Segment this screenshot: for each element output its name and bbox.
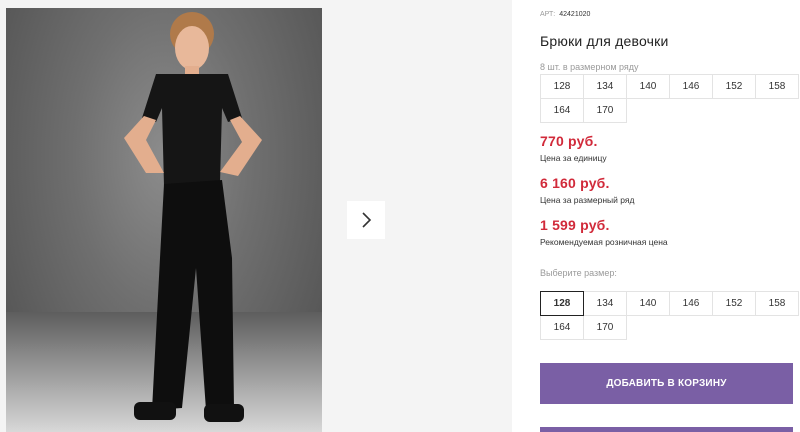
unit-price-block: 770 руб. Цена за единицу <box>540 133 607 163</box>
unit-price: 770 руб. <box>540 133 598 149</box>
size-option[interactable]: 158 <box>755 291 799 316</box>
add-to-cart-button[interactable]: ДОБАВИТЬ В КОРЗИНУ <box>540 363 793 404</box>
size-option[interactable]: 140 <box>626 291 670 316</box>
product-title: Брюки для девочки <box>540 33 669 49</box>
row-price-block: 6 160 руб. Цена за размерный ряд <box>540 175 634 205</box>
size-option[interactable]: 146 <box>669 291 713 316</box>
retail-price-caption: Рекомендуемая розничная цена <box>540 237 668 247</box>
row-price: 6 160 руб. <box>540 175 610 191</box>
size-row-note: 8 шт. в размерном ряду <box>540 62 639 72</box>
article-line: АРТ: 42421020 <box>540 11 590 18</box>
row-size-cell: 128 <box>540 74 584 99</box>
size-option-selected[interactable]: 128 <box>540 291 584 316</box>
size-option[interactable]: 164 <box>540 315 584 340</box>
unit-price-caption: Цена за единицу <box>540 153 607 163</box>
row-size-cell: 170 <box>583 98 627 123</box>
product-photo <box>6 8 322 432</box>
retail-price-block: 1 599 руб. Рекомендуемая розничная цена <box>540 217 668 247</box>
size-option[interactable]: 134 <box>583 291 627 316</box>
article-label: АРТ: <box>540 11 556 18</box>
row-size-cell: 134 <box>583 74 627 99</box>
row-size-cell: 164 <box>540 98 584 123</box>
size-option[interactable]: 152 <box>712 291 756 316</box>
chevron-right-icon <box>362 212 372 228</box>
row-size-cell: 158 <box>755 74 799 99</box>
size-option[interactable]: 170 <box>583 315 627 340</box>
product-gallery <box>0 0 512 432</box>
gallery-next-button[interactable] <box>347 201 385 239</box>
choose-size-label: Выберите размер: <box>540 268 617 278</box>
row-size-cell: 140 <box>626 74 670 99</box>
size-picker: 128 134 140 146 152 158 164 170 <box>540 291 799 340</box>
row-size-cell: 146 <box>669 74 713 99</box>
article-number: 42421020 <box>559 11 591 18</box>
row-price-caption: Цена за размерный ряд <box>540 195 635 205</box>
product-info: АРТ: 42421020 Брюки для девочки 8 шт. в р… <box>540 0 800 432</box>
secondary-action-button[interactable] <box>540 427 793 432</box>
size-row-grid: 128 134 140 146 152 158 164 170 <box>540 74 799 123</box>
model-illustration <box>124 12 262 422</box>
retail-price: 1 599 руб. <box>540 217 610 233</box>
row-size-cell: 152 <box>712 74 756 99</box>
